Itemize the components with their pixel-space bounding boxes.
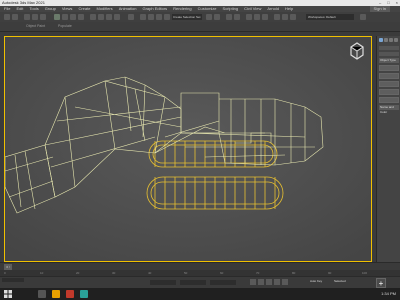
material-editor-icon[interactable] bbox=[262, 14, 268, 20]
schematic-view-icon[interactable] bbox=[254, 14, 260, 20]
track-tick: 0 bbox=[4, 271, 6, 275]
track-tick: 20 bbox=[76, 271, 80, 275]
render-setup-icon[interactable] bbox=[274, 14, 280, 20]
y-coordinate-field[interactable] bbox=[180, 280, 206, 285]
z-coordinate-field[interactable] bbox=[210, 280, 236, 285]
track-tick: 10 bbox=[40, 271, 44, 275]
curve-editor-icon[interactable] bbox=[246, 14, 252, 20]
hierarchy-tab-icon[interactable] bbox=[389, 38, 393, 42]
app-window: Autodesk 3ds Max 2021 – □ × File Edit To… bbox=[0, 0, 400, 300]
modify-tab-icon[interactable] bbox=[384, 38, 388, 42]
project-folder-icon[interactable] bbox=[360, 14, 366, 20]
auto-key-button[interactable]: Auto Key bbox=[310, 279, 322, 283]
select-object-icon[interactable] bbox=[54, 14, 60, 20]
category-icons-row[interactable] bbox=[379, 46, 399, 50]
redo-icon[interactable] bbox=[12, 14, 18, 20]
go-to-end-icon[interactable] bbox=[282, 279, 288, 285]
undo-icon[interactable] bbox=[4, 14, 10, 20]
excavator-wireframe bbox=[5, 37, 371, 261]
rectangular-selection-icon[interactable] bbox=[70, 14, 76, 20]
maxscript-listener[interactable] bbox=[2, 278, 24, 282]
window-crossing-icon[interactable] bbox=[78, 14, 84, 20]
unlink-icon[interactable] bbox=[32, 14, 38, 20]
snaps-toggle-icon[interactable] bbox=[140, 14, 146, 20]
object-type-rollout[interactable]: Object Type bbox=[379, 58, 399, 63]
3ds-max-taskbar-icon[interactable] bbox=[80, 290, 88, 298]
create-tab-icon[interactable] bbox=[379, 38, 383, 42]
selection-set-dropdown[interactable]: Create Selection Set bbox=[172, 14, 202, 20]
object-button-1[interactable] bbox=[379, 65, 399, 71]
motion-tab-icon[interactable] bbox=[394, 38, 398, 42]
perspective-viewport[interactable]: [+] [Perspective] [Standard] [Default Sh… bbox=[4, 36, 372, 262]
object-button-5[interactable] bbox=[379, 97, 399, 103]
app-icon[interactable] bbox=[66, 290, 74, 298]
object-button-4[interactable] bbox=[379, 89, 399, 95]
track-tick: 50 bbox=[184, 271, 188, 275]
clock[interactable]: 1:34 PM bbox=[381, 290, 396, 298]
name-color-rollout[interactable]: Name and Color bbox=[379, 105, 399, 114]
move-icon[interactable] bbox=[90, 14, 96, 20]
command-panel: Object Type Name and Color bbox=[376, 36, 400, 262]
object-button-3[interactable] bbox=[379, 81, 399, 87]
scale-icon[interactable] bbox=[106, 14, 112, 20]
render-icon[interactable] bbox=[290, 14, 296, 20]
windows-start-icon[interactable] bbox=[4, 290, 12, 298]
track-tick: 90 bbox=[328, 271, 332, 275]
angle-snap-icon[interactable] bbox=[148, 14, 154, 20]
spinner-snap-icon[interactable] bbox=[164, 14, 170, 20]
object-button-2[interactable] bbox=[379, 73, 399, 79]
mirror-icon[interactable] bbox=[206, 14, 212, 20]
track-tick: 70 bbox=[256, 271, 260, 275]
system-tray: 1:34 PM bbox=[381, 290, 396, 298]
add-icon[interactable]: + bbox=[376, 278, 386, 288]
track-tick: 30 bbox=[112, 271, 116, 275]
select-by-name-icon[interactable] bbox=[62, 14, 68, 20]
x-coordinate-field[interactable] bbox=[150, 280, 176, 285]
go-to-start-icon[interactable] bbox=[250, 279, 256, 285]
workspace-dropdown[interactable]: Workspaces: Default bbox=[306, 14, 354, 20]
align-icon[interactable] bbox=[214, 14, 220, 20]
ribbon: Object Paint Populate bbox=[0, 22, 400, 32]
track-tick: 40 bbox=[148, 271, 152, 275]
track-tick: 60 bbox=[220, 271, 224, 275]
bind-space-warp-icon[interactable] bbox=[40, 14, 46, 20]
scene-explorer-icon[interactable] bbox=[226, 14, 232, 20]
track-tick: 100 bbox=[362, 271, 368, 275]
search-icon[interactable] bbox=[38, 290, 46, 298]
rendered-frame-window-icon[interactable] bbox=[282, 14, 288, 20]
placement-icon[interactable] bbox=[114, 14, 120, 20]
layer-explorer-icon[interactable] bbox=[234, 14, 240, 20]
link-icon[interactable] bbox=[24, 14, 30, 20]
previous-frame-icon[interactable] bbox=[258, 279, 264, 285]
play-icon[interactable] bbox=[266, 279, 272, 285]
next-frame-icon[interactable] bbox=[274, 279, 280, 285]
ribbon-tab-populate[interactable]: Populate bbox=[58, 24, 72, 28]
pivot-center-icon[interactable] bbox=[128, 14, 134, 20]
subcategory-dropdown[interactable] bbox=[379, 52, 399, 56]
track-tick: 80 bbox=[292, 271, 296, 275]
windows-taskbar: 1:34 PM bbox=[0, 288, 400, 300]
rotate-icon[interactable] bbox=[98, 14, 104, 20]
file-explorer-icon[interactable] bbox=[52, 290, 60, 298]
percent-snap-icon[interactable] bbox=[156, 14, 162, 20]
ribbon-tab-object-paint[interactable]: Object Paint bbox=[26, 24, 45, 28]
command-panel-tabs bbox=[377, 36, 400, 44]
selected-dropdown[interactable]: Selected bbox=[334, 279, 346, 283]
